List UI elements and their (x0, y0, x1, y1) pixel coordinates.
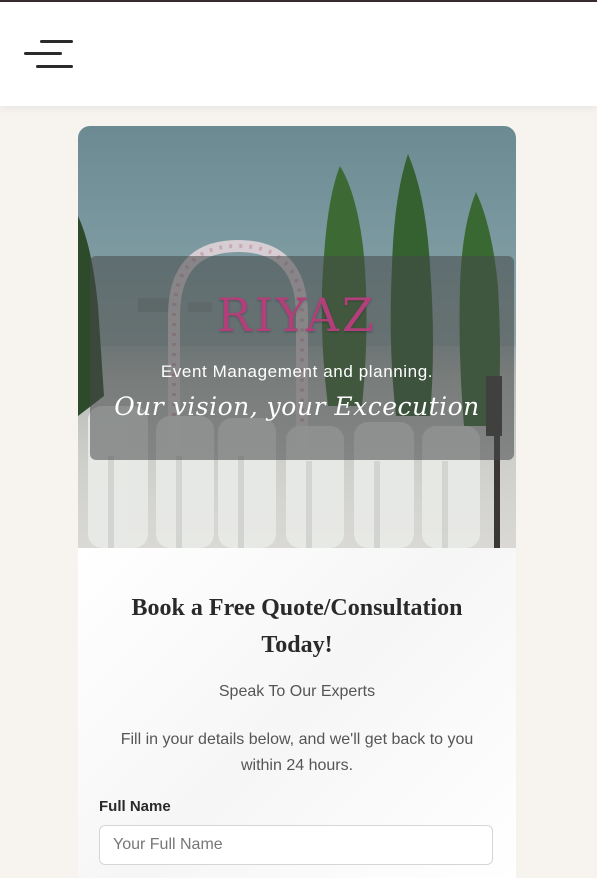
menu-line (24, 52, 62, 55)
site-header (0, 2, 597, 106)
form-title: Book a Free Quote/Consultation Today! (131, 595, 463, 658)
quote-form-card: Book a Free Quote/Consultation Today! Sp… (78, 548, 516, 878)
brand-name: RIYAZ (217, 288, 377, 342)
hero-subtitle: Event Management and planning. (160, 362, 434, 381)
menu-line (40, 40, 73, 43)
hero-banner: RIYAZ Event Management and planning. Our… (78, 126, 516, 548)
form-description: Fill in your details below, and we'll ge… (120, 731, 474, 774)
full-name-input[interactable] (99, 825, 493, 865)
hero-overlay (90, 256, 514, 460)
hamburger-menu-icon[interactable] (24, 38, 74, 72)
full-name-label: Full Name (99, 798, 171, 815)
hero-tagline: Our vision, your Excecution (114, 392, 480, 421)
form-subtitle: Speak To Our Experts (218, 683, 376, 700)
menu-line (36, 65, 73, 68)
